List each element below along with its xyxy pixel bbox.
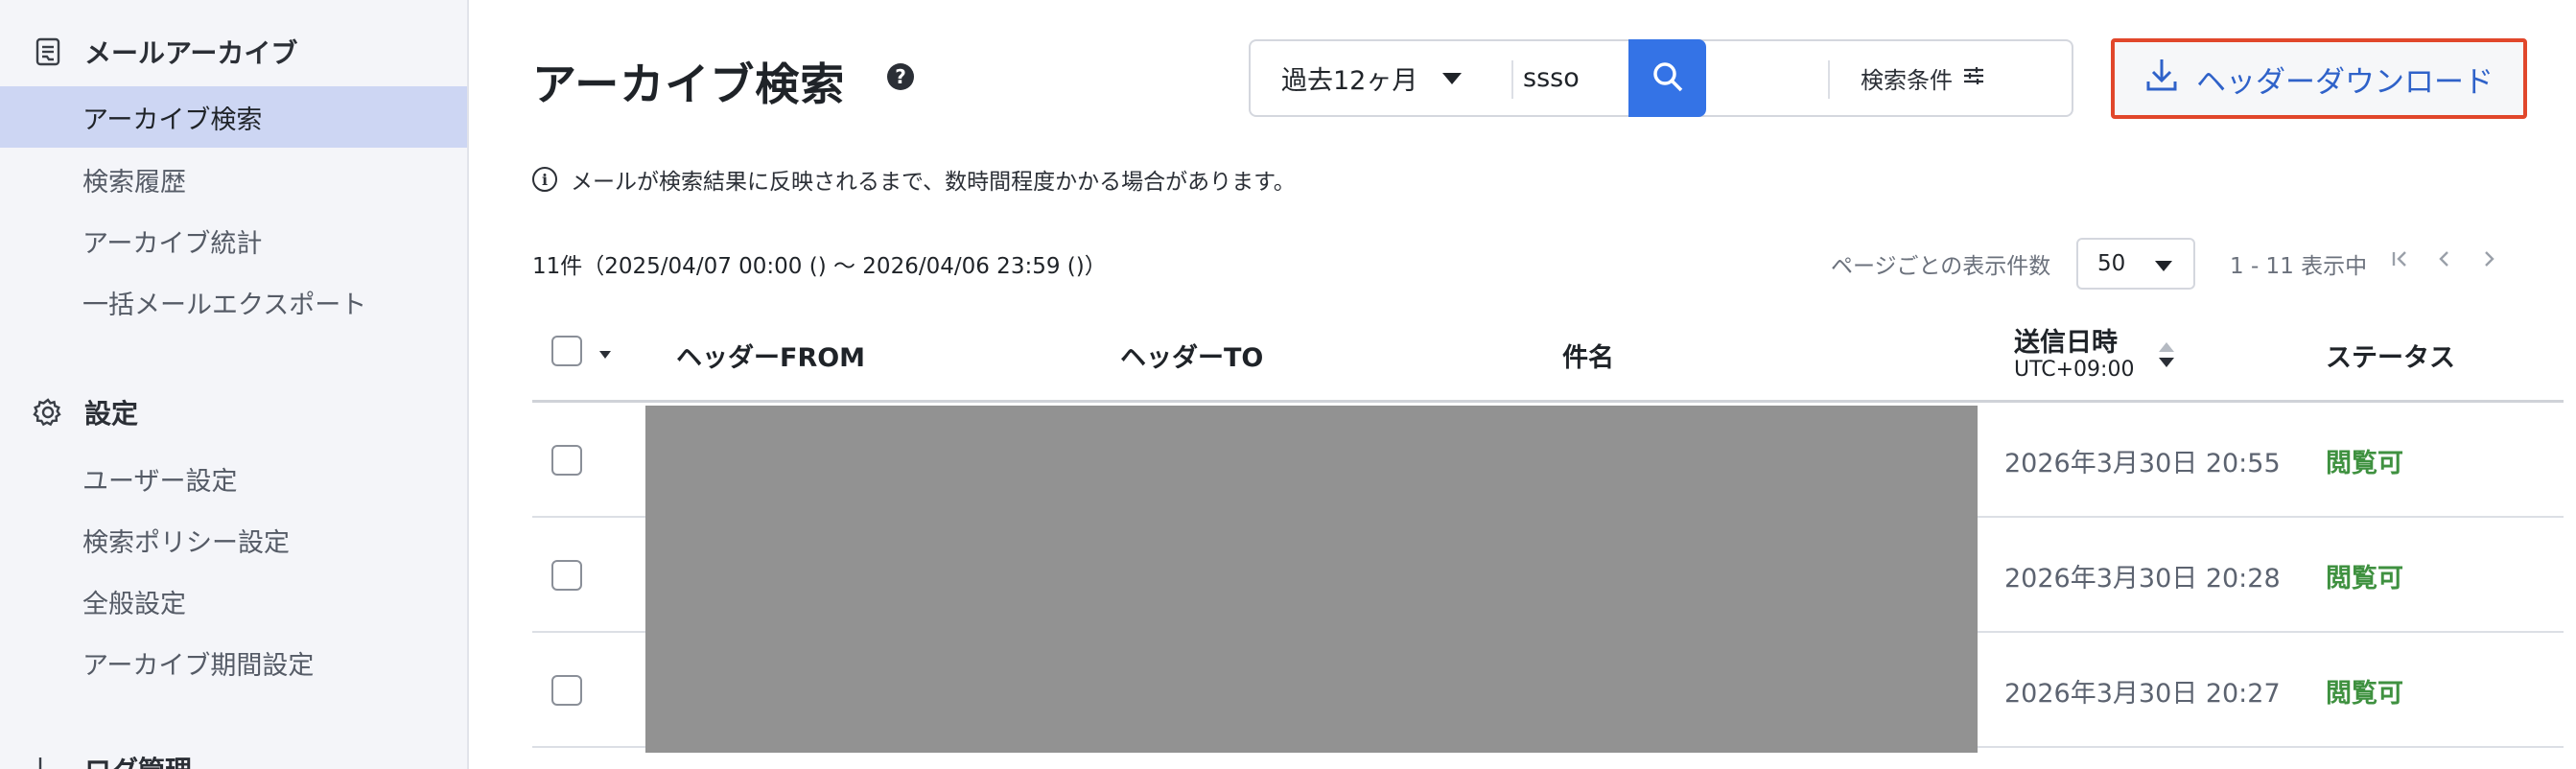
chevron-down-icon	[2155, 261, 2172, 271]
column-header-sent[interactable]: 送信日時 UTC+09:00	[2014, 307, 2134, 403]
status-cell: 閲覧可	[2326, 563, 2403, 594]
header-download-label: ヘッダーダウンロード	[2196, 64, 2494, 100]
gear-icon	[33, 397, 63, 428]
app-root: メールアーカイブ アーカイブ検索 検索履歴 アーカイブ統計 一括メールエクスポー…	[0, 0, 2576, 769]
per-page-select[interactable]: 50	[2076, 238, 2195, 290]
page-title: アーカイブ検索	[532, 58, 846, 110]
sidebar-item-archive-stats[interactable]: アーカイブ統計	[0, 210, 467, 271]
column-header-sent-tz: UTC+09:00	[2014, 357, 2135, 382]
row-checkbox[interactable]	[551, 560, 582, 591]
chevron-down-icon	[1442, 73, 1462, 84]
help-icon[interactable]: ?	[887, 63, 914, 90]
result-summary: 11件（2025/04/07 00:00 () 〜 2026/04/06 23:…	[532, 254, 1107, 279]
search-button[interactable]	[1628, 39, 1706, 117]
search-conditions-label: 検索条件	[1861, 67, 1953, 94]
divider	[1828, 60, 1830, 99]
row-checkbox[interactable]	[551, 445, 582, 476]
sidebar-section-logs-label: ログ管理	[84, 750, 192, 769]
archive-icon	[33, 36, 63, 67]
row-checkbox[interactable]	[551, 675, 582, 706]
search-icon	[1651, 59, 1685, 98]
sidebar-item-bulk-export[interactable]: 一括メールエクスポート	[0, 271, 467, 333]
info-icon: i	[532, 167, 557, 192]
per-page-value: 50	[2097, 251, 2126, 276]
sidebar-item-archive-period[interactable]: アーカイブ期間設定	[0, 632, 467, 693]
sidebar-section-logs[interactable]: ログ管理	[33, 750, 192, 769]
status-cell: 閲覧可	[2326, 448, 2403, 478]
period-select-value: 過去12ヶ月	[1281, 66, 1418, 96]
column-header-subject: 件名	[1562, 342, 1614, 373]
sidebar-section-archive-label: メールアーカイブ	[84, 37, 298, 69]
results-table: ヘッダーFROM ヘッダーTO 件名 送信日時 UTC+09:00 ステータス	[532, 307, 2564, 753]
range-info: 1 - 11 表示中	[2230, 254, 2368, 279]
select-menu-caret-icon[interactable]	[597, 346, 613, 364]
first-page-button[interactable]	[2383, 244, 2418, 278]
divider	[1511, 60, 1513, 99]
search-conditions-button[interactable]: 検索条件	[1839, 41, 2006, 115]
column-header-from: ヘッダーFROM	[676, 342, 866, 373]
sidebar-section-settings-label: 設定	[84, 398, 139, 430]
chevron-left-icon	[2433, 247, 2456, 274]
download-icon	[2144, 57, 2179, 101]
per-page-label: ページごとの表示件数	[1831, 254, 2051, 279]
status-cell: 閲覧可	[2326, 678, 2403, 709]
sidebar-item-general-settings[interactable]: 全般設定	[0, 571, 467, 632]
notice-banner: i メールが検索結果に反映されるまで、数時間程度かかる場合があります。	[532, 163, 1296, 196]
period-select[interactable]: 過去12ヶ月	[1251, 41, 1510, 115]
sent-date-cell: 2026年3月30日 20:28	[2004, 563, 2281, 594]
sent-date-cell: 2026年3月30日 20:55	[2004, 448, 2281, 478]
sidebar-item-search-policy[interactable]: 検索ポリシー設定	[0, 509, 467, 571]
sidebar-section-archive[interactable]: メールアーカイブ	[33, 33, 297, 71]
redacted-block	[645, 406, 1978, 753]
select-all-checkbox[interactable]	[551, 336, 582, 366]
first-page-icon	[2389, 247, 2412, 274]
column-header-status: ステータス	[2326, 342, 2455, 373]
sidebar: メールアーカイブ アーカイブ検索 検索履歴 アーカイブ統計 一括メールエクスポー…	[0, 0, 469, 769]
main-content: アーカイブ検索 ? 過去12ヶ月 検索条件	[469, 0, 2576, 769]
chevron-right-icon	[2477, 247, 2500, 274]
column-header-sent-label: 送信日時	[2014, 327, 2118, 358]
column-header-to: ヘッダーTO	[1120, 342, 1264, 373]
sidebar-section-settings[interactable]: 設定	[33, 393, 138, 431]
log-icon	[33, 754, 63, 769]
sent-date-cell: 2026年3月30日 20:27	[2004, 678, 2281, 709]
sidebar-item-search-history[interactable]: 検索履歴	[0, 149, 467, 210]
filter-sliders-icon	[1962, 64, 1985, 93]
sidebar-item-archive-search[interactable]: アーカイブ検索	[0, 86, 467, 148]
sidebar-item-user-settings[interactable]: ユーザー設定	[0, 448, 467, 509]
notice-text: メールが検索結果に反映されるまで、数時間程度かかる場合があります。	[571, 170, 1296, 195]
next-page-button[interactable]	[2471, 244, 2506, 278]
prev-page-button[interactable]	[2427, 244, 2462, 278]
header-download-button[interactable]: ヘッダーダウンロード	[2111, 38, 2527, 119]
sort-icon[interactable]	[2156, 339, 2177, 374]
table-header: ヘッダーFROM ヘッダーTO 件名 送信日時 UTC+09:00 ステータス	[532, 307, 2564, 403]
